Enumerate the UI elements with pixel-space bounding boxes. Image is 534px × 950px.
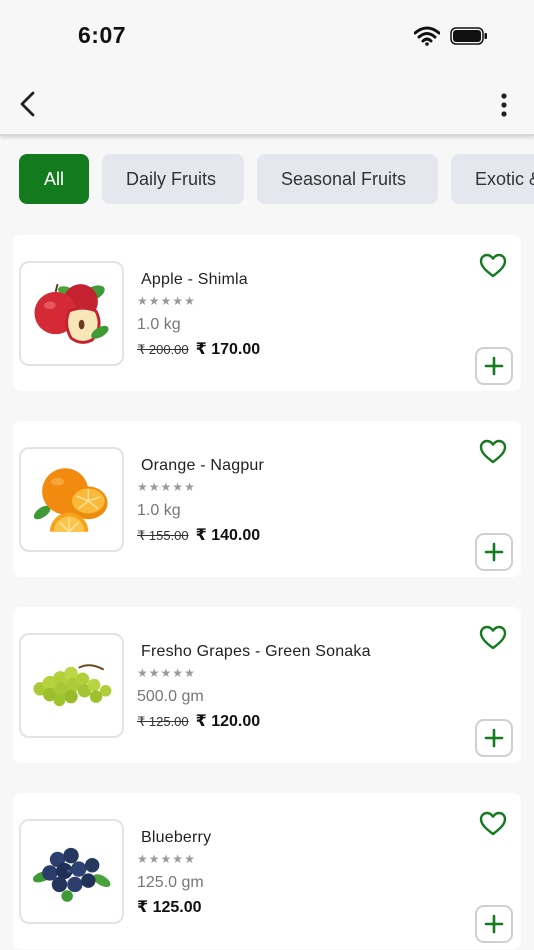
product-image xyxy=(19,447,124,552)
app-bar xyxy=(0,72,534,136)
rating-stars: ★ ★ ★ ★ ★ xyxy=(137,481,195,493)
add-to-cart-button[interactable] xyxy=(475,719,513,757)
heart-icon[interactable] xyxy=(479,253,507,279)
more-vertical-icon[interactable] xyxy=(494,92,514,118)
status-time: 6:07 xyxy=(78,22,127,48)
product-image xyxy=(19,633,124,738)
star-icon: ★ xyxy=(172,294,184,308)
status-bar: 6:07 xyxy=(0,0,534,72)
product-quantity: 1.0 kg xyxy=(137,502,181,519)
plus-icon xyxy=(484,356,504,376)
wifi-icon xyxy=(414,26,440,46)
add-to-cart-button[interactable] xyxy=(475,905,513,943)
heart-icon[interactable] xyxy=(479,625,507,651)
original-price: ₹ 200.00 xyxy=(137,342,189,357)
rating-stars: ★ ★ ★ ★ ★ xyxy=(137,295,195,307)
original-price: ₹ 125.00 xyxy=(137,714,189,729)
star-icon: ★ xyxy=(137,480,148,494)
star-icon: ★ xyxy=(160,666,172,680)
product-quantity: 125.0 gm xyxy=(137,874,204,891)
star-icon: ★ xyxy=(148,666,160,680)
product-name: Apple - Shimla xyxy=(141,271,248,288)
rating-stars: ★ ★ ★ ★ ★ xyxy=(137,667,195,679)
star-icon: ★ xyxy=(148,480,160,494)
sale-price: ₹ 140.00 xyxy=(195,527,261,544)
star-icon: ★ xyxy=(184,852,195,866)
star-icon: ★ xyxy=(184,480,195,494)
tab-seasonal-fruits[interactable]: Seasonal Fruits xyxy=(257,154,438,204)
add-to-cart-button[interactable] xyxy=(475,347,513,385)
tab-all[interactable]: All xyxy=(19,154,89,204)
star-icon: ★ xyxy=(137,294,148,308)
star-icon: ★ xyxy=(184,294,195,308)
star-icon: ★ xyxy=(160,852,172,866)
price-row: ₹ 155.00 ₹ 140.00 xyxy=(137,525,260,545)
product-card[interactable]: Apple - Shimla ★ ★ ★ ★ ★ 1.0 kg ₹ 200.00 ₹ 1… xyxy=(13,235,521,391)
star-icon: ★ xyxy=(172,666,184,680)
category-tabs: All Daily Fruits Seasonal Fruits Exotic … xyxy=(0,154,534,206)
heart-icon[interactable] xyxy=(479,439,507,465)
heart-icon[interactable] xyxy=(479,811,507,837)
star-icon: ★ xyxy=(172,480,184,494)
star-icon: ★ xyxy=(160,294,172,308)
plus-icon xyxy=(484,542,504,562)
sale-price: ₹ 125.00 xyxy=(137,899,202,916)
plus-icon xyxy=(484,914,504,934)
product-image xyxy=(19,819,124,924)
product-name: Orange - Nagpur xyxy=(141,457,265,474)
price-row: ₹ 200.00 ₹ 170.00 xyxy=(137,339,260,359)
original-price: ₹ 155.00 xyxy=(137,528,189,543)
product-name: Fresho Grapes - Green Sonaka xyxy=(141,643,371,660)
star-icon: ★ xyxy=(148,294,160,308)
sale-price: ₹ 120.00 xyxy=(195,713,261,730)
sale-price: ₹ 170.00 xyxy=(195,341,261,358)
star-icon: ★ xyxy=(137,666,148,680)
product-name: Blueberry xyxy=(141,829,212,846)
product-card[interactable]: Orange - Nagpur ★ ★ ★ ★ ★ 1.0 kg ₹ 155.00 ₹ … xyxy=(13,421,521,577)
product-card[interactable]: Blueberry ★ ★ ★ ★ ★ 125.0 gm ₹ 125.00 xyxy=(13,793,521,949)
rating-stars: ★ ★ ★ ★ ★ xyxy=(137,853,195,865)
tab-daily-fruits[interactable]: Daily Fruits xyxy=(102,154,244,204)
grapes-image xyxy=(33,664,112,707)
battery-icon xyxy=(450,27,487,45)
price-row: ₹ 125.00 xyxy=(137,897,202,917)
apple-image xyxy=(34,283,109,344)
add-to-cart-button[interactable] xyxy=(475,533,513,571)
star-icon: ★ xyxy=(148,852,160,866)
star-icon: ★ xyxy=(184,666,195,680)
product-quantity: 1.0 kg xyxy=(137,316,181,333)
star-icon: ★ xyxy=(160,480,172,494)
star-icon: ★ xyxy=(137,852,148,866)
price-row: ₹ 125.00 ₹ 120.00 xyxy=(137,711,260,731)
orange-image xyxy=(33,468,108,533)
product-card[interactable]: Fresho Grapes - Green Sonaka ★ ★ ★ ★ ★ 500.0… xyxy=(13,607,521,763)
tab-exotic[interactable]: Exotic & ... xyxy=(451,154,534,204)
chevron-left-icon[interactable] xyxy=(16,90,40,118)
blueberry-image xyxy=(32,847,111,902)
star-icon: ★ xyxy=(172,852,184,866)
plus-icon xyxy=(484,728,504,748)
product-quantity: 500.0 gm xyxy=(137,688,204,705)
product-image xyxy=(19,261,124,366)
